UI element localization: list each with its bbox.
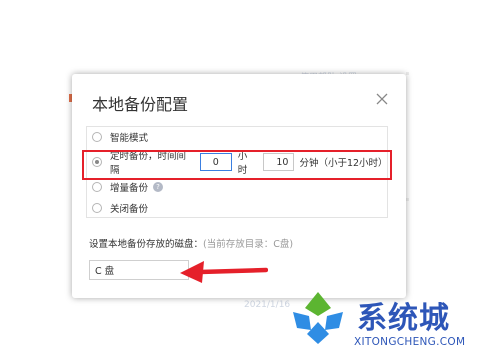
radio-disable-backup[interactable] (92, 203, 102, 213)
background-divider (406, 198, 409, 201)
option-label: 增量备份 (110, 183, 149, 194)
background-bottom-text: 2021/1/16 (244, 300, 291, 310)
watermark-name: 系统城 (357, 301, 450, 336)
radio-incremental-backup[interactable] (92, 182, 102, 192)
disk-label-text: 设置本地备份存放的磁盘： (89, 239, 204, 250)
dialog-title: 本地备份配置 (92, 95, 189, 114)
disk-select-value: C 盘 (95, 266, 115, 277)
question-circle-icon[interactable]: ? (153, 182, 164, 192)
radio-smart-mode[interactable] (92, 132, 102, 142)
disk-select[interactable]: C 盘 (89, 260, 189, 280)
disk-setting-label: 设置本地备份存放的磁盘：(当前存放目录：C盘) (89, 236, 293, 250)
option-label: 关闭备份 (110, 204, 149, 215)
watermark-url: XITONGCHENG.COM (354, 336, 466, 348)
watermark-logo-icon (293, 292, 343, 344)
disk-current-hint: (当前存放目录：C盘) (203, 239, 294, 250)
annotation-highlight-box (82, 150, 392, 180)
option-incremental-backup[interactable]: 增量备份 ? (92, 177, 164, 197)
background-divider (406, 72, 409, 75)
option-smart-mode[interactable]: 智能模式 (92, 127, 148, 147)
annotation-arrow (180, 261, 268, 283)
option-label: 智能模式 (110, 133, 149, 144)
close-icon[interactable] (375, 92, 389, 106)
option-disable-backup[interactable]: 关闭备份 (92, 198, 148, 218)
